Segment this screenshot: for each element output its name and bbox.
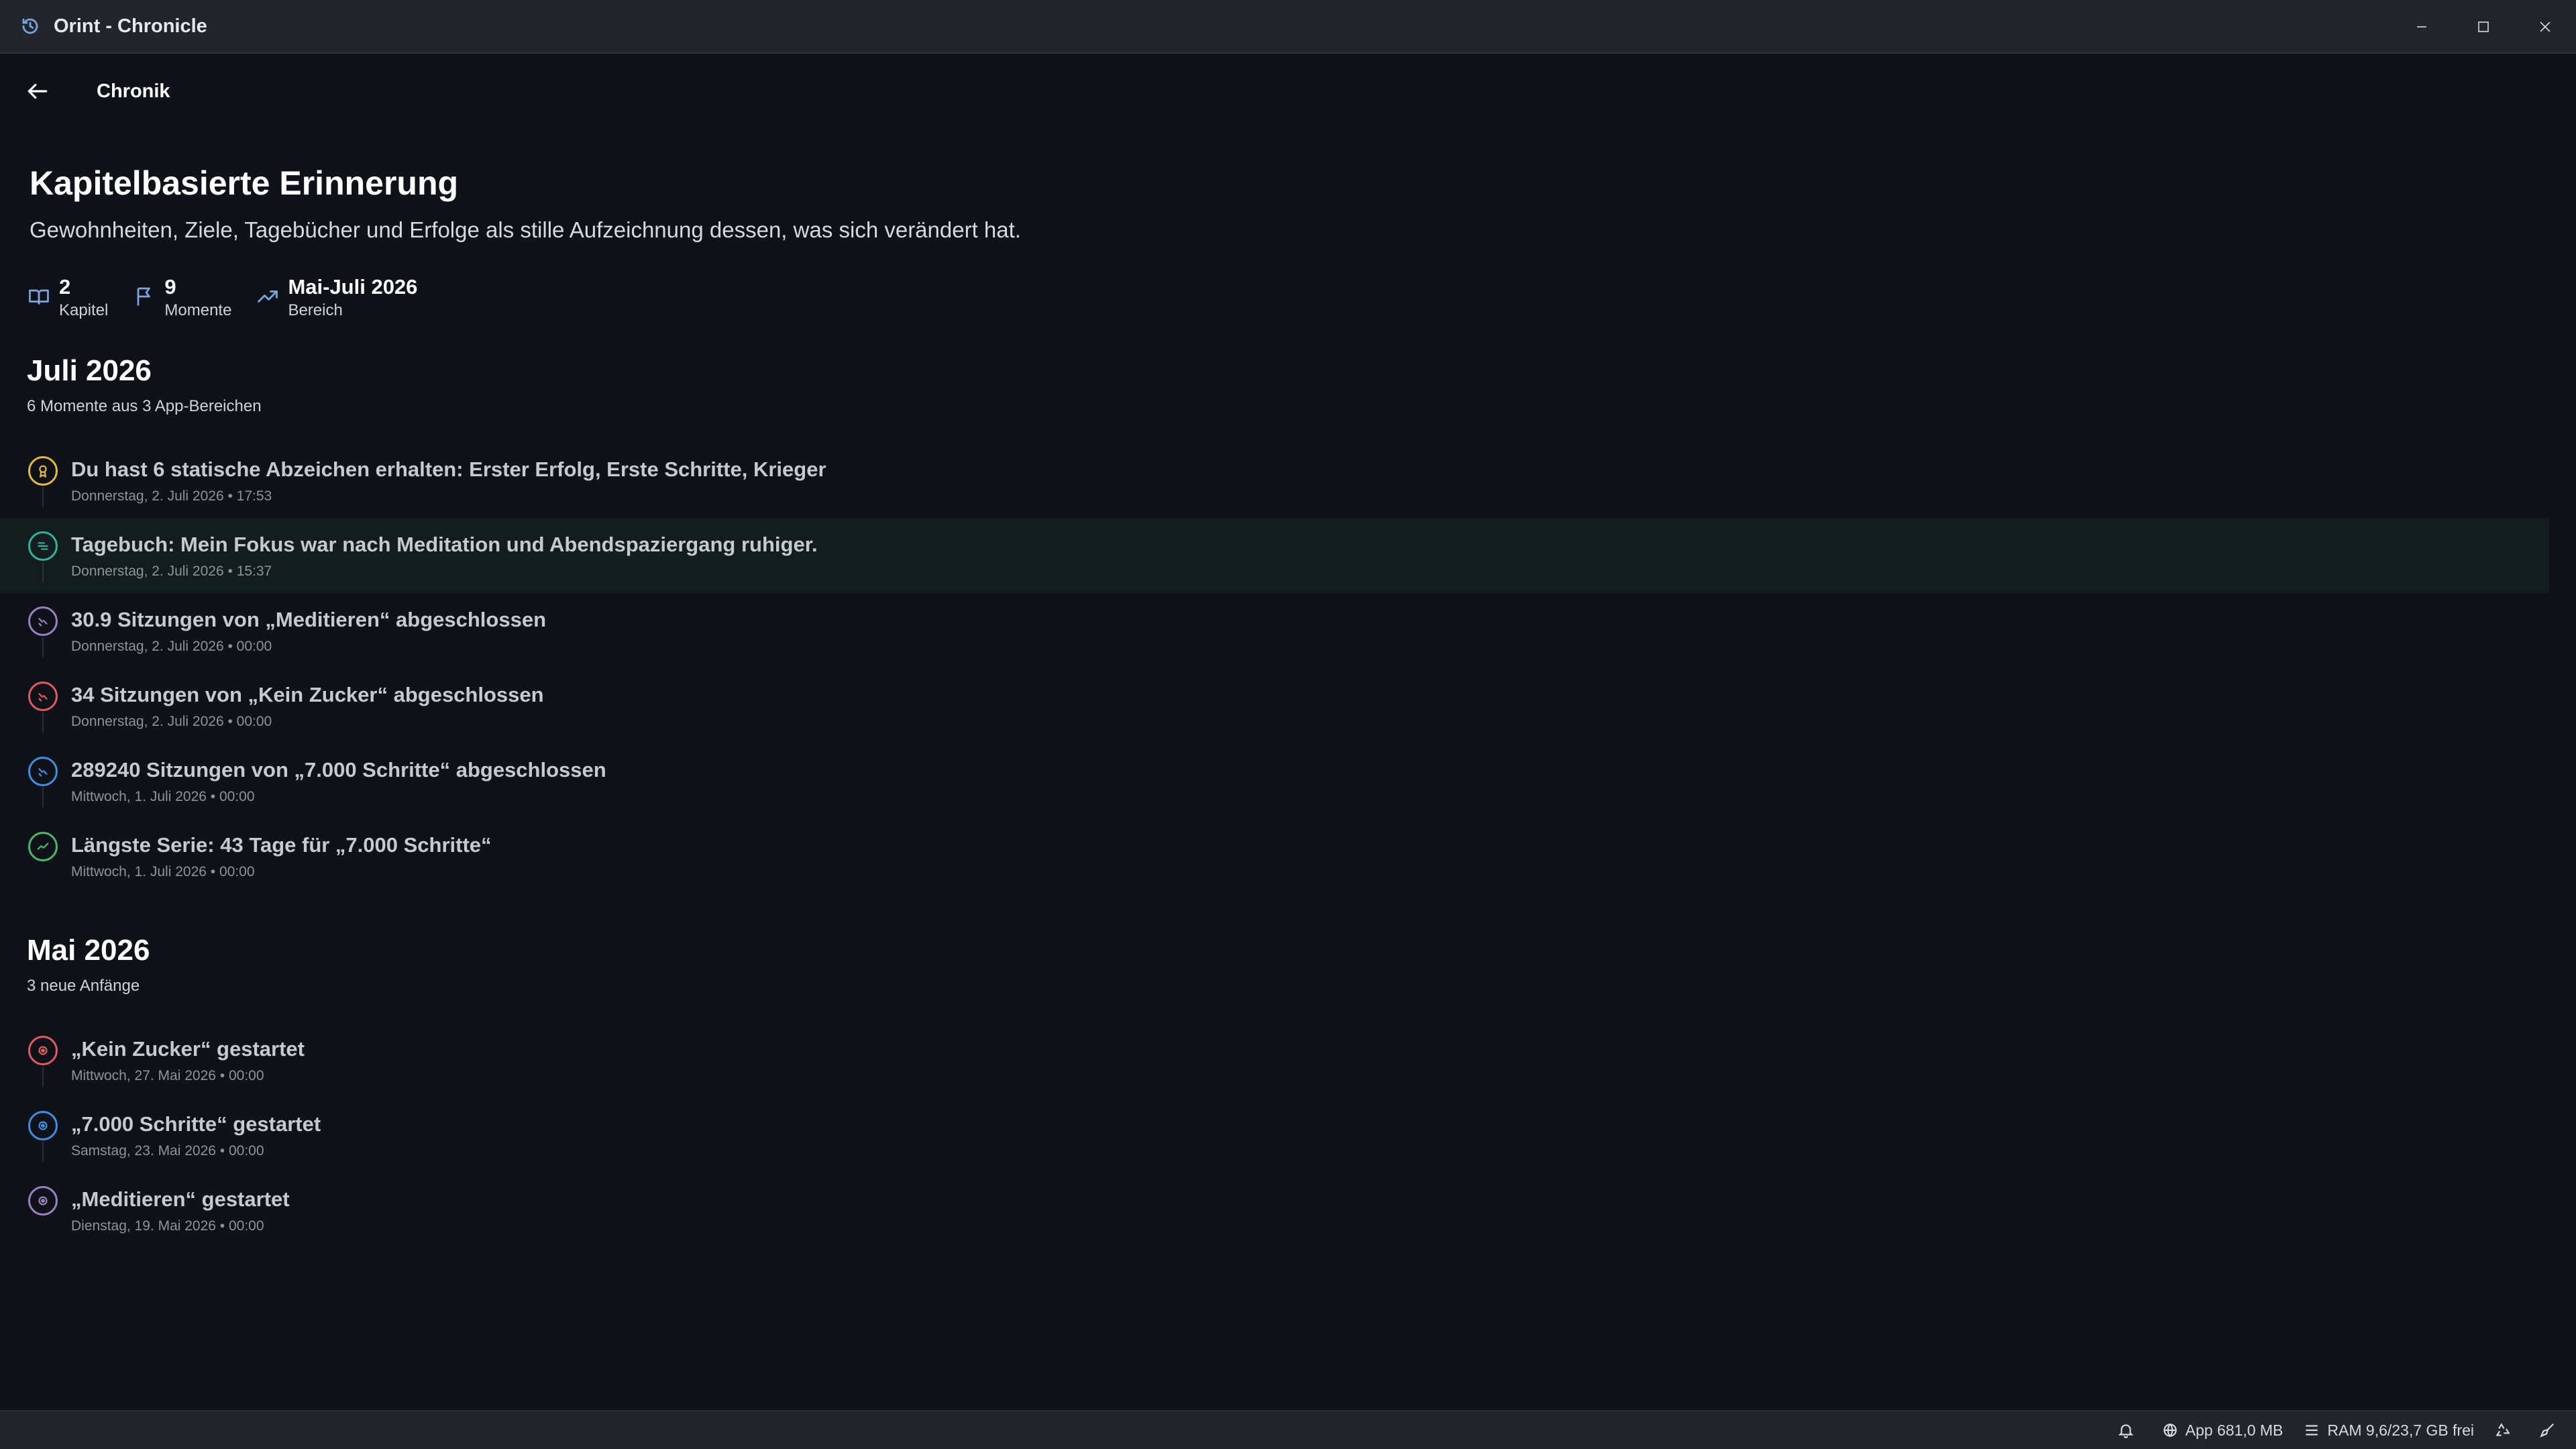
page-title: Chronik	[97, 80, 170, 102]
app-memory-text: App 681,0 MB	[2185, 1421, 2284, 1439]
title-bar: Orint - Chronicle	[0, 0, 2576, 54]
timeline-item-title: Tagebuch: Mein Fokus war nach Meditation…	[71, 533, 818, 556]
timeline-item-title: „7.000 Schritte“ gestartet	[71, 1112, 321, 1136]
timeline-item[interactable]: 289240 Sitzungen von „7.000 Schritte“ ab…	[0, 743, 2549, 818]
stat-range-value: Mai-Juli 2026	[288, 275, 418, 299]
timeline-connector	[42, 1067, 44, 1087]
timeline-connector	[42, 487, 44, 507]
bell-icon	[2117, 1421, 2135, 1439]
timeline-item-date: Mittwoch, 1. Juli 2026 • 00:00	[71, 864, 255, 879]
session-icon	[28, 757, 58, 786]
maximize-button[interactable]	[2453, 0, 2514, 54]
timeline-item[interactable]: „Meditieren“ gestartet Dienstag, 19. Mai…	[0, 1173, 2549, 1248]
timeline-item[interactable]: 34 Sitzungen von „Kein Zucker“ abgeschlo…	[0, 668, 2549, 743]
month-title-july: Juli 2026	[27, 354, 152, 387]
history-icon	[20, 16, 40, 36]
page-header: Chronik	[0, 67, 170, 115]
timeline-list-july: Du hast 6 statische Abzeichen erhalten: …	[0, 443, 2576, 894]
flag-icon	[132, 284, 156, 309]
trend-icon	[28, 832, 58, 861]
timeline-item-date: Donnerstag, 2. Juli 2026 • 00:00	[71, 639, 272, 654]
timeline-connector	[42, 712, 44, 733]
timeline-item-date: Donnerstag, 2. Juli 2026 • 17:53	[71, 488, 272, 504]
minimize-button[interactable]	[2391, 0, 2453, 54]
timeline-item-title: 34 Sitzungen von „Kein Zucker“ abgeschlo…	[71, 683, 544, 706]
month-subtitle-july: 6 Momente aus 3 App-Bereichen	[27, 397, 262, 415]
stats-row: 2 Kapitel 9 Momente Mai-Juli 2026 Bereic…	[27, 274, 441, 321]
window-controls	[2391, 0, 2576, 54]
timeline-item-title: 30.9 Sitzungen von „Meditieren“ abgeschl…	[71, 608, 547, 631]
month-title-may: Mai 2026	[27, 934, 150, 967]
stat-chapters-label: Kapitel	[59, 301, 109, 319]
globe-icon	[2161, 1421, 2179, 1439]
timeline-item[interactable]: 30.9 Sitzungen von „Meditieren“ abgeschl…	[0, 593, 2549, 668]
back-button[interactable]	[13, 67, 62, 115]
timeline-item-date: Mittwoch, 1. Juli 2026 • 00:00	[71, 789, 255, 804]
month-subtitle-may: 3 neue Anfänge	[27, 977, 140, 995]
timeline-item-date: Dienstag, 19. Mai 2026 • 00:00	[71, 1218, 264, 1234]
stat-moments: 9 Momente	[132, 274, 231, 321]
timeline-connector	[42, 637, 44, 657]
stat-moments-label: Momente	[164, 301, 232, 319]
minimize-icon	[2417, 26, 2426, 28]
broom-button[interactable]	[2538, 1421, 2563, 1439]
timeline-item-title: 289240 Sitzungen von „7.000 Schritte“ ab…	[71, 758, 606, 782]
timeline-item-date: Mittwoch, 27. Mai 2026 • 00:00	[71, 1068, 264, 1083]
start-icon	[28, 1186, 58, 1216]
arrow-left-icon	[28, 83, 48, 99]
timeline-connector	[42, 1142, 44, 1162]
timeline-item[interactable]: Längste Serie: 43 Tage für „7.000 Schrit…	[0, 818, 2549, 894]
timeline-item[interactable]: „Kein Zucker“ gestartet Mittwoch, 27. Ma…	[0, 1022, 2549, 1097]
timeline-item[interactable]: „7.000 Schritte“ gestartet Samstag, 23. …	[0, 1097, 2549, 1173]
timeline-item-date: Donnerstag, 2. Juli 2026 • 00:00	[71, 714, 272, 729]
app-memory-indicator: App 681,0 MB	[2161, 1421, 2284, 1440]
recycle-icon	[2494, 1421, 2512, 1439]
timeline-item-title: Längste Serie: 43 Tage für „7.000 Schrit…	[71, 833, 492, 857]
timeline-item[interactable]: Du hast 6 statische Abzeichen erhalten: …	[0, 443, 2549, 518]
session-icon	[28, 606, 58, 636]
status-bar: App 681,0 MB RAM 9,6/23,7 GB frei	[0, 1410, 2576, 1449]
stat-range-label: Bereich	[288, 301, 343, 319]
ram-indicator: RAM 9,6/23,7 GB frei	[2303, 1421, 2474, 1440]
stat-chapters-value: 2	[59, 275, 71, 299]
timeline-item-date: Donnerstag, 2. Juli 2026 • 15:37	[71, 564, 272, 579]
hero-subtitle: Gewohnheiten, Ziele, Tagebücher und Erfo…	[30, 217, 1021, 242]
timeline-connector	[42, 562, 44, 582]
timeline-item[interactable]: Tagebuch: Mein Fokus war nach Meditation…	[0, 518, 2549, 593]
trend-up-icon	[256, 284, 280, 309]
stat-moments-value: 9	[164, 275, 176, 299]
timeline-connector	[42, 788, 44, 808]
stat-range: Mai-Juli 2026 Bereich	[256, 274, 417, 321]
book-icon	[27, 284, 51, 309]
timeline-item-title: Du hast 6 statische Abzeichen erhalten: …	[71, 458, 826, 481]
close-icon	[2540, 21, 2551, 32]
timeline-item-title: „Meditieren“ gestartet	[71, 1187, 290, 1211]
notifications-button[interactable]	[2117, 1421, 2141, 1439]
session-icon	[28, 682, 58, 711]
hero-title: Kapitelbasierte Erinnerung	[30, 164, 459, 202]
timeline-item-title: „Kein Zucker“ gestartet	[71, 1037, 305, 1061]
start-icon	[28, 1036, 58, 1065]
stat-chapters: 2 Kapitel	[27, 274, 108, 321]
timeline-item-date: Samstag, 23. Mai 2026 • 00:00	[71, 1143, 264, 1159]
close-button[interactable]	[2514, 0, 2576, 54]
window-title: Orint - Chronicle	[54, 15, 207, 37]
maximize-icon	[2478, 21, 2489, 32]
start-icon	[28, 1111, 58, 1140]
server-icon	[2303, 1421, 2320, 1439]
award-icon	[28, 456, 58, 486]
timeline-list-may: „Kein Zucker“ gestartet Mittwoch, 27. Ma…	[0, 1022, 2576, 1248]
journal-icon	[28, 531, 58, 561]
broom-icon	[2538, 1421, 2556, 1439]
ram-text: RAM 9,6/23,7 GB frei	[2327, 1421, 2474, 1439]
recycle-button[interactable]	[2494, 1421, 2518, 1439]
